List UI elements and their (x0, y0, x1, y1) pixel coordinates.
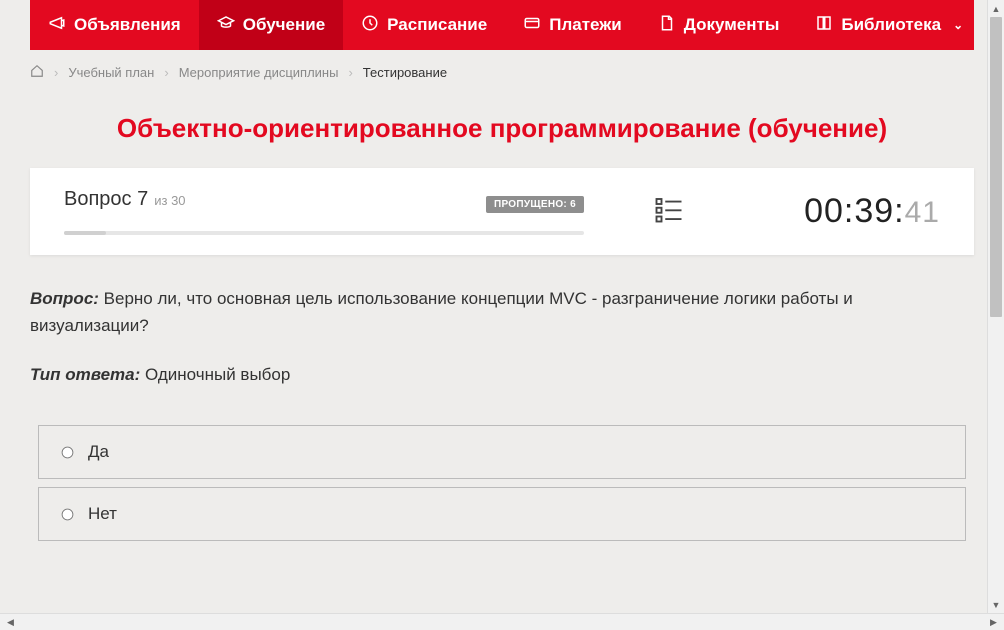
breadcrumb-link[interactable]: Мероприятие дисциплины (179, 65, 339, 80)
question-label: Вопрос: (30, 289, 99, 308)
chevron-down-icon: ⌄ (953, 18, 963, 32)
question-text: Вопрос: Верно ли, что основная цель испо… (30, 285, 974, 339)
option-yes[interactable]: Да (38, 425, 966, 479)
chevron-right-icon: › (164, 65, 168, 80)
nav-label: Библиотека (841, 15, 941, 35)
option-label: Да (88, 442, 109, 462)
main-nav: Объявления Обучение Расписание Платежи Д… (30, 0, 974, 50)
page-title: Объектно-ориентированное программировани… (30, 113, 974, 144)
question-number: Вопрос 7 (64, 188, 148, 211)
nav-label: Обучение (243, 15, 325, 35)
nav-documents[interactable]: Документы (640, 0, 798, 50)
breadcrumb-current: Тестирование (363, 65, 447, 80)
nav-label: Объявления (74, 15, 181, 35)
horizontal-scrollbar[interactable]: ◀ ▶ (0, 613, 1004, 630)
timer: 00:39:41 (804, 192, 940, 231)
megaphone-icon (48, 14, 66, 37)
scroll-thumb[interactable] (990, 17, 1002, 317)
answer-type: Тип ответа: Одиночный выбор (30, 365, 974, 385)
book-icon (815, 14, 833, 37)
option-label: Нет (88, 504, 117, 524)
options-list: Да Нет (30, 425, 974, 541)
chevron-right-icon: › (348, 65, 352, 80)
answer-type-value: Одиночный выбор (145, 365, 290, 384)
progress-bar (64, 231, 584, 235)
timer-cs: 41 (905, 196, 940, 229)
vertical-scrollbar[interactable]: ▲ ▼ (987, 0, 1004, 613)
nav-label: Расписание (387, 15, 487, 35)
breadcrumb: › Учебный план › Мероприятие дисциплины … (0, 50, 1004, 95)
nav-label: Документы (684, 15, 780, 35)
nav-payments[interactable]: Платежи (505, 0, 640, 50)
scroll-down-icon[interactable]: ▼ (988, 596, 1004, 613)
question-panel: Вопрос 7 из 30 ПРОПУЩЕНО: 6 00:39:41 (30, 168, 974, 255)
nav-schedule[interactable]: Расписание (343, 0, 505, 50)
timer-mm: 00 (804, 192, 844, 230)
option-no[interactable]: Нет (38, 487, 966, 541)
card-icon (523, 14, 541, 37)
skipped-badge: ПРОПУЩЕНО: 6 (486, 196, 584, 213)
document-icon (658, 14, 676, 37)
option-radio[interactable] (62, 509, 74, 521)
panel-progress: Вопрос 7 из 30 ПРОПУЩЕНО: 6 (64, 188, 584, 235)
scroll-right-icon[interactable]: ▶ (985, 617, 1002, 628)
list-icon (654, 211, 684, 228)
clock-icon (361, 14, 379, 37)
graduation-icon (217, 14, 235, 37)
question-body: Верно ли, что основная цель использовани… (30, 289, 853, 335)
answer-type-label: Тип ответа: (30, 365, 140, 384)
scroll-up-icon[interactable]: ▲ (988, 0, 1004, 17)
option-radio[interactable] (62, 447, 74, 459)
question-list-button[interactable] (654, 194, 684, 229)
nav-label: Платежи (549, 15, 622, 35)
progress-fill (64, 231, 106, 235)
scroll-left-icon[interactable]: ◀ (2, 617, 19, 628)
breadcrumb-link[interactable]: Учебный план (68, 65, 154, 80)
question-of: из 30 (154, 193, 185, 208)
nav-library[interactable]: Библиотека ⌄ (797, 0, 981, 50)
nav-announcements[interactable]: Объявления (30, 0, 199, 50)
home-icon[interactable] (30, 64, 44, 81)
chevron-right-icon: › (54, 65, 58, 80)
nav-education[interactable]: Обучение (199, 0, 343, 50)
question-content: Вопрос: Верно ли, что основная цель испо… (30, 285, 974, 541)
timer-ss: 39 (854, 192, 894, 230)
